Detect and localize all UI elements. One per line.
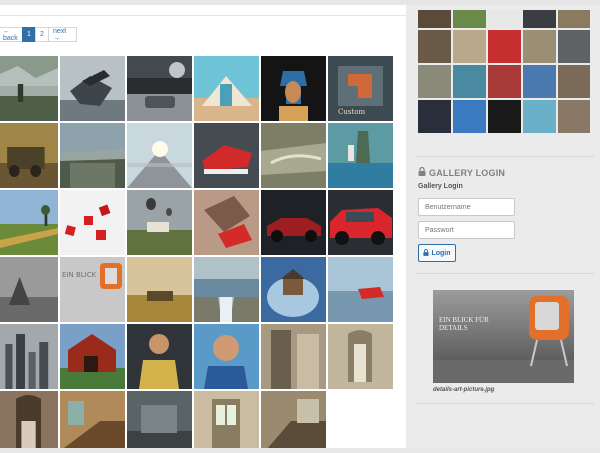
gallery-tile[interactable] [0, 123, 58, 188]
sidebar-panel: GALLERY LOGIN Gallery Login Login [406, 5, 594, 450]
gallery-tile[interactable] [261, 257, 326, 322]
gallery-tile[interactable] [328, 123, 393, 188]
sidebar-thumb[interactable] [523, 65, 556, 98]
gallery-tile[interactable]: EIN BLICK [60, 257, 125, 322]
login-button[interactable]: Login [418, 244, 456, 262]
pagination-back-link[interactable]: ← back [0, 27, 23, 42]
gallery-tile[interactable] [60, 123, 125, 188]
lock-icon [423, 248, 430, 258]
password-field[interactable] [418, 221, 515, 239]
lock-icon [418, 166, 426, 178]
sidebar-thumb[interactable] [453, 30, 486, 63]
gallery-tile[interactable] [0, 190, 58, 255]
top-divider [0, 15, 406, 16]
sidebar-thumb[interactable] [453, 100, 486, 133]
sidebar-thumb[interactable] [453, 10, 486, 28]
login-heading-text: GALLERY LOGIN [429, 167, 506, 178]
gallery-main: ← back 1 2 next → Custom EIN BLICK [0, 5, 406, 453]
gallery-tile[interactable] [261, 56, 326, 121]
sidebar-thumb[interactable] [488, 65, 521, 98]
login-subheading: Gallery Login [418, 183, 463, 190]
sidebar-thumb[interactable] [558, 100, 590, 133]
gallery-tile[interactable] [127, 56, 192, 121]
sidebar-thumb[interactable] [523, 30, 556, 63]
gallery-tile[interactable]: Custom [328, 56, 393, 121]
pagination-page-2[interactable]: 2 [35, 27, 49, 42]
gallery-tile[interactable] [127, 391, 192, 453]
pagination-next-link[interactable]: next → [48, 27, 77, 42]
gallery-tile[interactable] [0, 257, 58, 322]
gallery-tile[interactable] [127, 324, 192, 389]
sidebar-thumb[interactable] [418, 10, 451, 28]
sidebar-thumb[interactable] [488, 100, 521, 133]
sidebar-thumb[interactable] [558, 10, 590, 28]
gallery-tile[interactable] [328, 190, 393, 255]
gallery-grid: Custom EIN BLICK [0, 56, 393, 453]
featured-caption: details-art-picture.jpg [433, 387, 495, 393]
gallery-tile[interactable] [0, 391, 58, 453]
login-button-label: Login [431, 249, 451, 257]
gallery-tile[interactable] [261, 123, 326, 188]
gallery-tile[interactable] [261, 391, 326, 453]
gallery-tile[interactable] [60, 324, 125, 389]
featured-headline: EIN BLICK FÜR DETAILS [439, 316, 489, 332]
sidebar-thumb[interactable] [418, 65, 451, 98]
sidebar-thumb[interactable] [488, 10, 521, 28]
gallery-tile[interactable] [194, 123, 259, 188]
footer-band [0, 448, 600, 453]
gallery-tile[interactable] [127, 123, 192, 188]
sidebar-thumb[interactable] [418, 100, 451, 133]
sidebar-thumb[interactable] [488, 30, 521, 63]
gallery-tile[interactable] [194, 257, 259, 322]
gallery-tile[interactable] [194, 56, 259, 121]
sidebar-divider [416, 273, 594, 274]
gallery-tile[interactable] [328, 257, 393, 322]
gallery-tile[interactable] [194, 324, 259, 389]
sidebar-divider [416, 403, 594, 404]
sidebar-thumb[interactable] [523, 10, 556, 28]
sidebar-thumb[interactable] [418, 30, 451, 63]
gallery-tile[interactable] [127, 190, 192, 255]
svg-text:Custom: Custom [338, 108, 365, 116]
gallery-tile[interactable] [194, 391, 259, 453]
sidebar-divider [416, 156, 594, 157]
sidebar-thumb[interactable] [453, 65, 486, 98]
svg-text:EIN BLICK: EIN BLICK [62, 271, 97, 279]
sidebar-thumb[interactable] [558, 30, 590, 63]
thumbnail-grid [418, 10, 590, 141]
gallery-tile[interactable] [261, 190, 326, 255]
gallery-tile[interactable] [194, 190, 259, 255]
gallery-tile[interactable] [261, 324, 326, 389]
featured-image[interactable] [433, 290, 574, 383]
pagination: ← back 1 2 next → [0, 27, 77, 42]
sidebar-thumb[interactable] [558, 65, 590, 98]
gallery-tile[interactable] [60, 56, 125, 121]
pagination-page-1[interactable]: 1 [22, 27, 36, 42]
gallery-tile[interactable] [60, 391, 125, 453]
login-heading: GALLERY LOGIN [418, 166, 506, 178]
gallery-tile[interactable] [127, 257, 192, 322]
username-field[interactable] [418, 198, 515, 216]
gallery-tile[interactable] [0, 56, 58, 121]
gallery-tile[interactable] [0, 324, 58, 389]
sidebar-thumb[interactable] [523, 100, 556, 133]
gallery-tile[interactable] [328, 324, 393, 389]
sidebar: GALLERY LOGIN Gallery Login Login [406, 5, 600, 453]
gallery-tile[interactable] [60, 190, 125, 255]
